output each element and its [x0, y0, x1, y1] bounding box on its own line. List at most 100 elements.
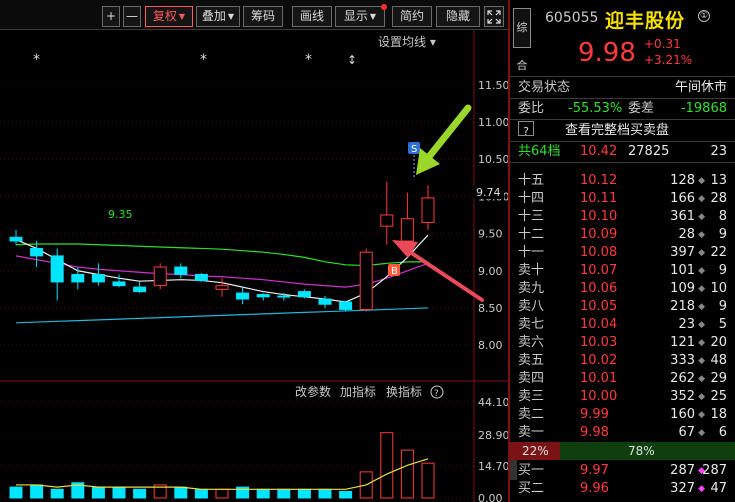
event-marker[interactable]: *	[305, 52, 312, 68]
total-levels-row: 共64档 10.42 27825 23	[510, 142, 735, 162]
chips-button[interactable]: 筹码	[243, 6, 283, 27]
volume-bar[interactable]	[297, 488, 311, 499]
ask-row[interactable]: 卖四 10.01 262 29 ◆	[510, 370, 735, 388]
volume-bar[interactable]	[256, 488, 270, 499]
ask-row[interactable]: 卖十 10.07 101 9 ◆	[510, 262, 735, 280]
volume-bar[interactable]	[91, 486, 105, 499]
kline-chart[interactable]: 设置均线 ▾ * * * ↕ 11.5011.0010.5010.009.509…	[0, 30, 508, 502]
ask-row[interactable]: 十四 10.11 166 28 ◆	[510, 190, 735, 208]
volume-tick-label: 0.00	[478, 492, 503, 502]
event-marker[interactable]: ↕	[347, 53, 357, 67]
ask-row[interactable]: 卖七 10.04 23 5 ◆	[510, 316, 735, 334]
ask-row[interactable]: 十一 10.08 397 22 ◆	[510, 244, 735, 262]
volume-bar[interactable]	[400, 449, 414, 499]
volume-bar[interactable]	[318, 488, 332, 499]
event-marker[interactable]: *	[33, 52, 40, 68]
candle[interactable]	[318, 298, 332, 305]
candle[interactable]	[30, 247, 44, 257]
volume-bar[interactable]	[133, 488, 147, 499]
ask-row[interactable]: 卖八 10.05 218 9 ◆	[510, 298, 735, 316]
candle[interactable]	[9, 236, 23, 242]
info-icon[interactable]: ①	[698, 10, 710, 22]
stock-name[interactable]: 迎丰股份	[605, 6, 685, 33]
price-tick-label: 8.00	[478, 339, 503, 352]
level-volume: 23	[678, 317, 695, 332]
ask-row[interactable]: 卖二 9.99 160 18 ◆	[510, 406, 735, 424]
candle[interactable]	[421, 197, 435, 223]
volume-bar[interactable]	[215, 488, 229, 499]
candle[interactable]	[297, 291, 311, 298]
ask-row[interactable]: 十三 10.10 361 8 ◆	[510, 208, 735, 226]
candle[interactable]	[359, 251, 373, 310]
edit-params-button[interactable]: 改参数	[295, 384, 331, 399]
candle[interactable]	[174, 266, 188, 275]
level-label: 卖八	[518, 299, 545, 314]
question-icon[interactable]: ?	[518, 121, 534, 138]
ask-row[interactable]: 卖一 9.98 67 6 ◆	[510, 424, 735, 442]
expand-icon[interactable]	[484, 6, 504, 27]
candle[interactable]	[112, 281, 126, 287]
ask-row[interactable]: 卖九 10.06 109 10 ◆	[510, 280, 735, 298]
volume-tick-label: 14.70	[478, 460, 508, 473]
panel-tab[interactable]: 综合	[513, 8, 531, 72]
ask-row[interactable]: 卖六 10.03 121 20 ◆	[510, 334, 735, 352]
simple-button[interactable]: 简约	[392, 6, 432, 27]
trade-status-label: 交易状态	[518, 80, 571, 95]
candle[interactable]	[133, 286, 147, 293]
candle[interactable]	[277, 295, 291, 298]
event-marker[interactable]: *	[200, 52, 207, 68]
candle[interactable]	[215, 285, 229, 290]
candle[interactable]	[256, 294, 270, 298]
switch-indicator-button[interactable]: 换指标	[386, 384, 422, 399]
display-button[interactable]: 显示 ▼	[335, 4, 387, 27]
level-label: 卖十	[518, 263, 545, 278]
volume-bar[interactable]	[174, 486, 188, 499]
volume-bar[interactable]	[380, 432, 394, 499]
candle[interactable]	[153, 266, 167, 287]
level-label: 十三	[518, 209, 545, 224]
volume-bar[interactable]	[112, 486, 126, 499]
volume-bar[interactable]	[277, 488, 291, 499]
candle[interactable]	[194, 273, 208, 281]
level-count: 13	[710, 173, 727, 188]
full-book-row[interactable]: ? 查看完整档买卖盘	[510, 121, 735, 141]
level-volume: 327	[670, 481, 695, 496]
ma-settings-button[interactable]: 设置均线 ▾	[378, 35, 436, 49]
add-indicator-button[interactable]: 加指标	[340, 384, 376, 399]
level-label: 卖六	[518, 335, 545, 350]
total-levels-label: 共64档	[518, 144, 561, 159]
bid-row[interactable]: 买一 9.97 287 287 ◆	[510, 462, 735, 480]
level-count: 9	[718, 227, 727, 242]
volume-bar[interactable]	[194, 488, 208, 499]
level-count: 22	[710, 245, 727, 260]
zoom-out-button[interactable]: —	[123, 6, 141, 27]
ask-row[interactable]: 卖五 10.02 333 48 ◆	[510, 352, 735, 370]
level-count: 48	[710, 353, 727, 368]
candle[interactable]	[50, 255, 64, 283]
level-volume: 361	[670, 209, 695, 224]
adjust-button[interactable]: 复权 ▼	[145, 6, 193, 27]
full-book-link[interactable]: 查看完整档买卖盘	[565, 121, 669, 141]
candle[interactable]	[339, 301, 353, 310]
volume-bar[interactable]	[339, 490, 353, 499]
candle[interactable]	[400, 218, 414, 242]
candle[interactable]	[380, 214, 394, 227]
volume-bar[interactable]	[9, 486, 23, 499]
price-tick-label: 10.50	[478, 153, 508, 166]
bid-row[interactable]: 买二 9.96 327 47 ◆	[510, 480, 735, 498]
overlay-button[interactable]: 叠加 ▼	[196, 6, 240, 27]
draw-line-button[interactable]: 画线	[292, 6, 332, 27]
candle[interactable]	[236, 292, 250, 300]
zoom-in-button[interactable]: +	[102, 6, 120, 27]
candle[interactable]	[71, 273, 85, 283]
ask-row[interactable]: 十五 10.12 128 13 ◆	[510, 172, 735, 190]
volume-bar[interactable]	[30, 484, 44, 499]
level-count: 8	[718, 209, 727, 224]
volume-bar[interactable]	[50, 488, 64, 499]
ask-row[interactable]: 十二 10.09 28 9 ◆	[510, 226, 735, 244]
hide-button[interactable]: 隐藏	[436, 6, 480, 27]
buy-sell-ratio: 22% 78%	[510, 442, 735, 460]
ask-row[interactable]: 卖三 10.00 352 25 ◆	[510, 388, 735, 406]
candle[interactable]	[91, 273, 105, 283]
volume-bar[interactable]	[421, 462, 435, 499]
